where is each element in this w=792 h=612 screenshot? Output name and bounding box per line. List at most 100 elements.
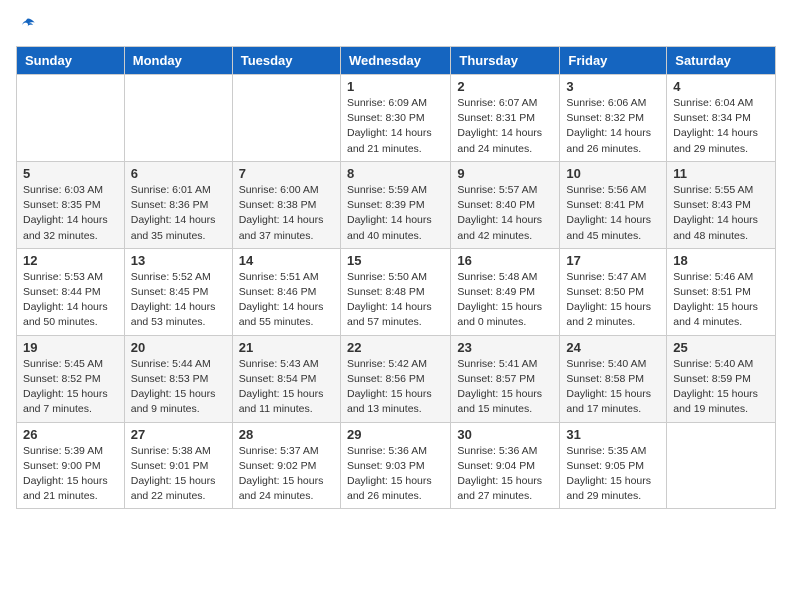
day-info: Sunrise: 6:01 AMSunset: 8:36 PMDaylight:…	[131, 183, 226, 244]
day-number: 27	[131, 427, 226, 442]
day-info: Sunrise: 5:48 AMSunset: 8:49 PMDaylight:…	[457, 270, 553, 331]
day-number: 30	[457, 427, 553, 442]
day-info: Sunrise: 6:04 AMSunset: 8:34 PMDaylight:…	[673, 96, 769, 157]
day-number: 18	[673, 253, 769, 268]
day-info: Sunrise: 5:38 AMSunset: 9:01 PMDaylight:…	[131, 444, 226, 505]
day-number: 20	[131, 340, 226, 355]
calendar-week-row: 1 Sunrise: 6:09 AMSunset: 8:30 PMDaylight…	[17, 75, 776, 162]
day-info: Sunrise: 6:03 AMSunset: 8:35 PMDaylight:…	[23, 183, 118, 244]
day-number: 13	[131, 253, 226, 268]
day-info: Sunrise: 5:51 AMSunset: 8:46 PMDaylight:…	[239, 270, 334, 331]
calendar-cell	[667, 422, 776, 509]
day-number: 17	[566, 253, 660, 268]
day-info: Sunrise: 5:42 AMSunset: 8:56 PMDaylight:…	[347, 357, 444, 418]
calendar-cell: 3Sunrise: 6:06 AMSunset: 8:32 PMDaylight…	[560, 75, 667, 162]
day-info: Sunrise: 6:09 AMSunset: 8:30 PMDaylight:…	[347, 96, 444, 157]
calendar-cell: 2 Sunrise: 6:07 AMSunset: 8:31 PMDaylight…	[451, 75, 560, 162]
calendar-week-row: 26 Sunrise: 5:39 AMSunset: 9:00 PMDayligh…	[17, 422, 776, 509]
day-number: 25	[673, 340, 769, 355]
calendar-week-row: 5 Sunrise: 6:03 AMSunset: 8:35 PMDaylight…	[17, 161, 776, 248]
day-info: Sunrise: 5:44 AMSunset: 8:53 PMDaylight:…	[131, 357, 226, 418]
calendar-cell: 17 Sunrise: 5:47 AMSunset: 8:50 PMDayligh…	[560, 248, 667, 335]
calendar-cell: 29 Sunrise: 5:36 AMSunset: 9:03 PMDayligh…	[340, 422, 450, 509]
calendar-cell: 10 Sunrise: 5:56 AMSunset: 8:41 PMDayligh…	[560, 161, 667, 248]
calendar-cell	[124, 75, 232, 162]
day-info: Sunrise: 5:47 AMSunset: 8:50 PMDaylight:…	[566, 270, 660, 331]
day-info: Sunrise: 5:37 AMSunset: 9:02 PMDaylight:…	[239, 444, 334, 505]
day-number: 2	[457, 79, 553, 94]
calendar-cell	[232, 75, 340, 162]
calendar-table: SundayMondayTuesdayWednesdayThursdayFrid…	[16, 46, 776, 509]
day-number: 23	[457, 340, 553, 355]
day-info: Sunrise: 5:57 AMSunset: 8:40 PMDaylight:…	[457, 183, 553, 244]
calendar-cell: 1 Sunrise: 6:09 AMSunset: 8:30 PMDaylight…	[340, 75, 450, 162]
day-info: Sunrise: 5:41 AMSunset: 8:57 PMDaylight:…	[457, 357, 553, 418]
day-number: 22	[347, 340, 444, 355]
calendar-cell: 12Sunrise: 5:53 AMSunset: 8:44 PMDayligh…	[17, 248, 125, 335]
day-number: 24	[566, 340, 660, 355]
calendar-cell: 16 Sunrise: 5:48 AMSunset: 8:49 PMDayligh…	[451, 248, 560, 335]
day-number: 9	[457, 166, 553, 181]
calendar-cell: 11 Sunrise: 5:55 AMSunset: 8:43 PMDayligh…	[667, 161, 776, 248]
calendar-cell: 7Sunrise: 6:00 AMSunset: 8:38 PMDaylight…	[232, 161, 340, 248]
calendar-cell: 31Sunrise: 5:35 AMSunset: 9:05 PMDayligh…	[560, 422, 667, 509]
calendar-cell: 13 Sunrise: 5:52 AMSunset: 8:45 PMDayligh…	[124, 248, 232, 335]
day-number: 31	[566, 427, 660, 442]
calendar-week-row: 19 Sunrise: 5:45 AMSunset: 8:52 PMDayligh…	[17, 335, 776, 422]
calendar-cell: 23 Sunrise: 5:41 AMSunset: 8:57 PMDayligh…	[451, 335, 560, 422]
day-number: 16	[457, 253, 553, 268]
day-info: Sunrise: 5:45 AMSunset: 8:52 PMDaylight:…	[23, 357, 118, 418]
day-number: 1	[347, 79, 444, 94]
calendar-cell: 14Sunrise: 5:51 AMSunset: 8:46 PMDayligh…	[232, 248, 340, 335]
day-info: Sunrise: 5:36 AMSunset: 9:04 PMDaylight:…	[457, 444, 553, 505]
calendar-cell: 30 Sunrise: 5:36 AMSunset: 9:04 PMDayligh…	[451, 422, 560, 509]
calendar-cell: 27 Sunrise: 5:38 AMSunset: 9:01 PMDayligh…	[124, 422, 232, 509]
day-number: 11	[673, 166, 769, 181]
col-header-tuesday: Tuesday	[232, 47, 340, 75]
col-header-friday: Friday	[560, 47, 667, 75]
day-info: Sunrise: 5:52 AMSunset: 8:45 PMDaylight:…	[131, 270, 226, 331]
day-info: Sunrise: 5:55 AMSunset: 8:43 PMDaylight:…	[673, 183, 769, 244]
day-number: 6	[131, 166, 226, 181]
calendar-cell: 20 Sunrise: 5:44 AMSunset: 8:53 PMDayligh…	[124, 335, 232, 422]
day-info: Sunrise: 5:46 AMSunset: 8:51 PMDaylight:…	[673, 270, 769, 331]
calendar-cell: 24 Sunrise: 5:40 AMSunset: 8:58 PMDayligh…	[560, 335, 667, 422]
col-header-thursday: Thursday	[451, 47, 560, 75]
day-number: 5	[23, 166, 118, 181]
day-info: Sunrise: 5:40 AMSunset: 8:59 PMDaylight:…	[673, 357, 769, 418]
day-info: Sunrise: 5:59 AMSunset: 8:39 PMDaylight:…	[347, 183, 444, 244]
calendar-cell: 9 Sunrise: 5:57 AMSunset: 8:40 PMDaylight…	[451, 161, 560, 248]
day-info: Sunrise: 6:07 AMSunset: 8:31 PMDaylight:…	[457, 96, 553, 157]
day-number: 7	[239, 166, 334, 181]
day-number: 29	[347, 427, 444, 442]
day-info: Sunrise: 5:39 AMSunset: 9:00 PMDaylight:…	[23, 444, 118, 505]
col-header-sunday: Sunday	[17, 47, 125, 75]
day-number: 28	[239, 427, 334, 442]
col-header-saturday: Saturday	[667, 47, 776, 75]
day-number: 12	[23, 253, 118, 268]
day-number: 4	[673, 79, 769, 94]
calendar-cell: 4 Sunrise: 6:04 AMSunset: 8:34 PMDaylight…	[667, 75, 776, 162]
day-number: 21	[239, 340, 334, 355]
calendar-cell: 8 Sunrise: 5:59 AMSunset: 8:39 PMDaylight…	[340, 161, 450, 248]
day-number: 10	[566, 166, 660, 181]
day-info: Sunrise: 5:56 AMSunset: 8:41 PMDaylight:…	[566, 183, 660, 244]
calendar-cell: 15Sunrise: 5:50 AMSunset: 8:48 PMDayligh…	[340, 248, 450, 335]
calendar-cell: 26 Sunrise: 5:39 AMSunset: 9:00 PMDayligh…	[17, 422, 125, 509]
day-info: Sunrise: 5:43 AMSunset: 8:54 PMDaylight:…	[239, 357, 334, 418]
day-number: 8	[347, 166, 444, 181]
day-info: Sunrise: 6:06 AMSunset: 8:32 PMDaylight:…	[566, 96, 660, 157]
calendar-header-row: SundayMondayTuesdayWednesdayThursdayFrid…	[17, 47, 776, 75]
col-header-monday: Monday	[124, 47, 232, 75]
calendar-week-row: 12Sunrise: 5:53 AMSunset: 8:44 PMDayligh…	[17, 248, 776, 335]
logo-bird-icon	[18, 16, 38, 36]
day-number: 15	[347, 253, 444, 268]
calendar-cell: 22 Sunrise: 5:42 AMSunset: 8:56 PMDayligh…	[340, 335, 450, 422]
calendar-cell: 25 Sunrise: 5:40 AMSunset: 8:59 PMDayligh…	[667, 335, 776, 422]
day-info: Sunrise: 5:36 AMSunset: 9:03 PMDaylight:…	[347, 444, 444, 505]
day-number: 26	[23, 427, 118, 442]
day-number: 19	[23, 340, 118, 355]
calendar-cell: 21 Sunrise: 5:43 AMSunset: 8:54 PMDayligh…	[232, 335, 340, 422]
logo	[16, 16, 38, 36]
day-info: Sunrise: 5:40 AMSunset: 8:58 PMDaylight:…	[566, 357, 660, 418]
